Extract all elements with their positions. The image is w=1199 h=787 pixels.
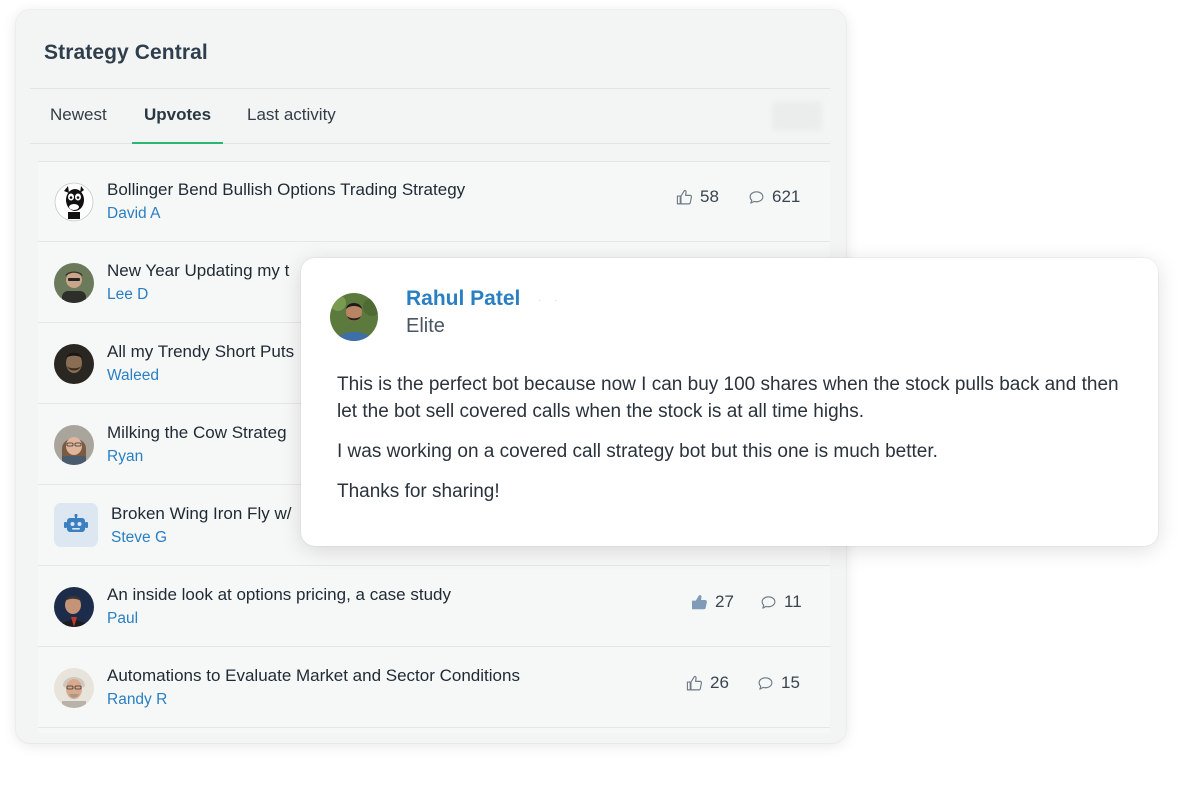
panel-title: Strategy Central — [44, 41, 208, 64]
post-author[interactable]: Paul — [107, 610, 138, 628]
comment-value: 621 — [772, 187, 801, 206]
robot-icon — [54, 503, 98, 547]
avatar — [330, 293, 378, 341]
post-title[interactable]: Automations to Evaluate Market and Secto… — [107, 666, 520, 686]
commenter-role: Elite — [406, 315, 445, 337]
list-item[interactable]: An inside look at options pricing, a cas… — [38, 567, 830, 647]
comment-icon — [758, 676, 773, 690]
comment-body: This is the perfect bot because now I ca… — [337, 371, 1127, 518]
verified-dots: · · — [538, 295, 563, 306]
list-item[interactable]: Automations to Evaluate Market and Secto… — [38, 648, 830, 728]
avatar — [54, 263, 94, 303]
comment-card: Rahul Patel · · Elite This is the perfec… — [301, 258, 1158, 546]
avatar — [54, 344, 94, 384]
tab-bar: Newest Upvotes Last activity — [30, 88, 830, 144]
comment-count[interactable]: 11 — [760, 592, 802, 612]
upvote-value: 58 — [700, 187, 719, 206]
comment-value: 11 — [784, 592, 802, 611]
avatar — [54, 668, 94, 708]
tab-newest[interactable]: Newest — [50, 89, 107, 144]
avatar — [54, 425, 94, 465]
comment-paragraph: This is the perfect bot because now I ca… — [337, 374, 1119, 422]
post-title[interactable]: All my Trendy Short Puts — [107, 342, 294, 362]
comment-icon — [761, 595, 776, 609]
post-author[interactable]: Randy R — [107, 691, 167, 709]
comment-paragraph: Thanks for sharing! — [337, 481, 500, 502]
comment-paragraph: I was working on a covered call strategy… — [337, 441, 938, 462]
list-item[interactable]: Bollinger Bend Bullish Options Trading S… — [38, 162, 830, 242]
post-title[interactable]: Bollinger Bend Bullish Options Trading S… — [107, 180, 465, 200]
tab-last-activity[interactable]: Last activity — [247, 89, 336, 144]
comment-count[interactable]: 621 — [748, 187, 800, 207]
stage: Strategy Central Newest Upvotes Last act… — [0, 0, 1199, 787]
upvote-count[interactable]: 26 — [686, 673, 729, 693]
post-author[interactable]: Ryan — [107, 448, 143, 466]
avatar — [54, 182, 94, 222]
upvote-value: 26 — [710, 673, 729, 692]
post-title[interactable]: An inside look at options pricing, a cas… — [107, 585, 451, 605]
post-author[interactable]: Steve G — [111, 529, 167, 547]
post-title[interactable]: New Year Updating my t — [107, 261, 289, 281]
thumbs-up-icon — [691, 594, 707, 609]
post-author[interactable]: Waleed — [107, 367, 159, 385]
comment-value: 15 — [781, 673, 800, 692]
upvote-value: 27 — [715, 592, 734, 611]
avatar — [54, 587, 94, 627]
post-author[interactable]: David A — [107, 205, 160, 223]
comment-icon — [749, 190, 764, 204]
tab-upvotes[interactable]: Upvotes — [132, 89, 224, 144]
comment-count[interactable]: 15 — [757, 673, 800, 693]
commenter-name[interactable]: Rahul Patel — [406, 287, 520, 311]
thumbs-up-icon — [676, 189, 693, 204]
upvote-count[interactable]: 58 — [676, 187, 719, 207]
blurred-control — [772, 101, 822, 131]
upvote-count[interactable]: 27 — [691, 592, 734, 612]
post-title[interactable]: Milking the Cow Strateg — [107, 423, 287, 443]
thumbs-up-icon — [686, 675, 703, 690]
post-title[interactable]: Broken Wing Iron Fly w/ — [111, 504, 291, 524]
post-author[interactable]: Lee D — [107, 286, 148, 304]
